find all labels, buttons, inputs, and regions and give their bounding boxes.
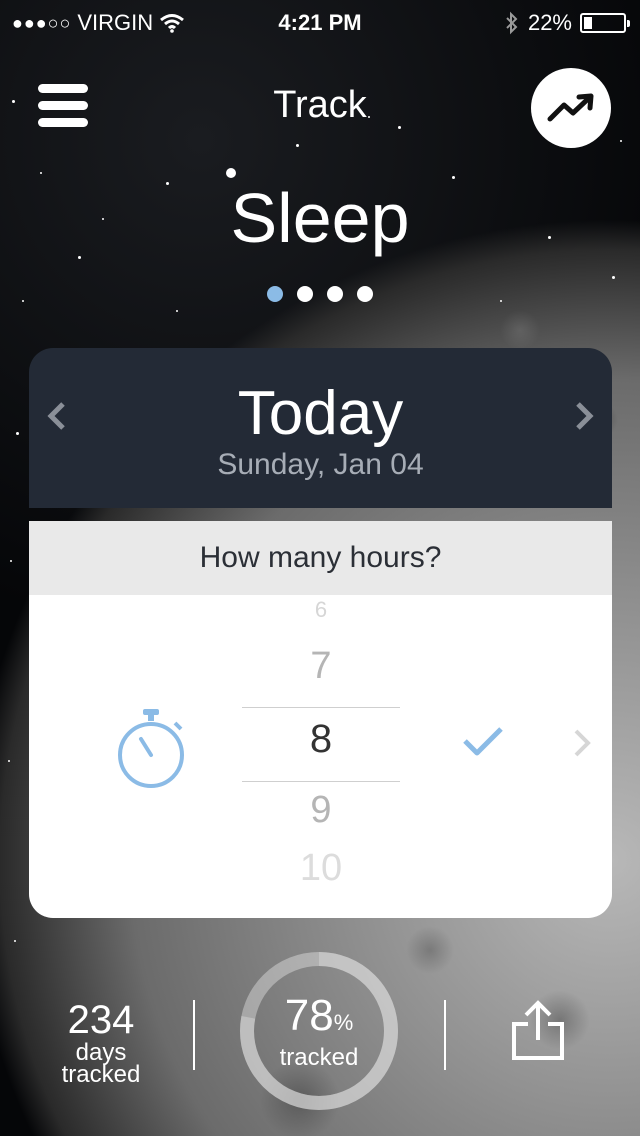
confirm-button[interactable]: [461, 725, 505, 764]
battery-percent: 22%: [527, 10, 572, 35]
picker-area: 6 7 8 9 10: [29, 595, 612, 918]
percent-number: 78: [284, 991, 334, 1040]
question-label: How many hours?: [29, 521, 612, 595]
tracking-card: Today Sunday, Jan 04 How many hours? 6 7…: [29, 348, 612, 918]
percent-tracked-value: 78%: [238, 992, 400, 1047]
trend-button[interactable]: [531, 68, 611, 148]
page-indicator[interactable]: [0, 286, 640, 302]
divider: [444, 1000, 446, 1070]
star: [14, 940, 16, 942]
share-icon: [512, 1000, 564, 1060]
battery-icon: [580, 13, 630, 33]
page-dot[interactable]: [357, 286, 373, 302]
star: [16, 432, 19, 435]
picker-option[interactable]: 10: [242, 847, 400, 887]
next-step-button[interactable]: [571, 725, 593, 771]
page-dot[interactable]: [327, 286, 343, 302]
picker-selected[interactable]: 8: [242, 717, 400, 762]
trend-up-icon: [547, 93, 594, 122]
days-tracked-stat: 234 days tracked: [40, 998, 162, 1088]
star: [40, 172, 42, 174]
star: [296, 144, 299, 147]
hours-picker[interactable]: 6 7 8 9 10: [242, 597, 400, 905]
category-title: Sleep: [230, 179, 410, 257]
star: [176, 310, 178, 312]
page-dot-active[interactable]: [267, 286, 283, 302]
star: [226, 168, 236, 178]
days-tracked-count: 234: [67, 998, 135, 1042]
star: [8, 760, 10, 762]
next-day-button[interactable]: [572, 396, 596, 447]
percent-tracked-label: tracked: [279, 1044, 359, 1071]
status-right: 22%: [504, 10, 630, 36]
divider: [193, 1000, 195, 1070]
star: [620, 140, 622, 142]
percent-tracked-stat: 78% tracked: [238, 992, 400, 1071]
picker-option[interactable]: 9: [242, 789, 400, 832]
stopwatch-icon: [118, 709, 184, 788]
page-dot[interactable]: [297, 286, 313, 302]
date-header: Today Sunday, Jan 04: [29, 348, 612, 508]
checkmark-icon: [463, 727, 503, 756]
percent-sign: %: [333, 1010, 354, 1035]
status-bar: ●●●○○ VIRGIN 4:21 PM 22%: [0, 0, 640, 44]
picker-option[interactable]: 6: [242, 597, 400, 621]
picker-option[interactable]: 7: [242, 645, 400, 688]
picker-divider: [242, 707, 400, 708]
star: [612, 276, 615, 279]
picker-divider: [242, 781, 400, 782]
share-button[interactable]: [510, 1000, 566, 1062]
bluetooth-icon: [506, 11, 518, 35]
day-title: Today: [237, 379, 404, 448]
chevron-right-icon: [574, 729, 591, 757]
star: [10, 560, 12, 562]
day-date: Sunday, Jan 04: [217, 448, 424, 481]
chevron-right-icon: [576, 402, 594, 430]
days-tracked-label-line2: tracked: [61, 1061, 141, 1088]
